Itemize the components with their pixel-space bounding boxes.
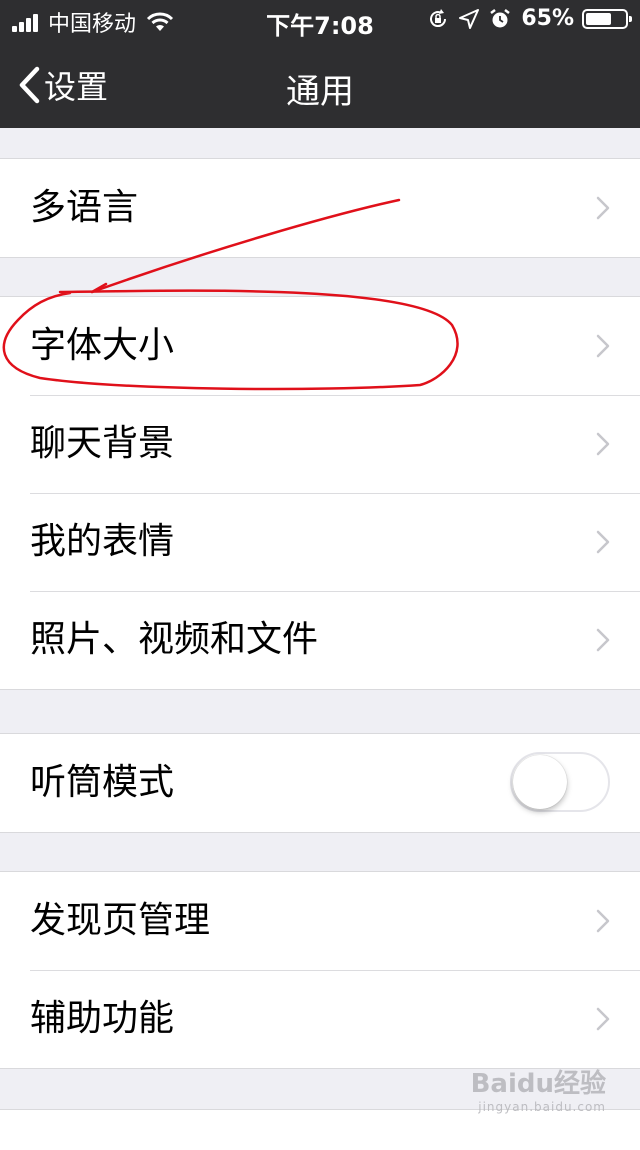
chevron-right-icon: [596, 530, 610, 554]
earpiece-mode-toggle[interactable]: [510, 752, 610, 812]
settings-row-chat-background[interactable]: 聊天背景: [0, 395, 640, 493]
chevron-right-icon: [596, 334, 610, 358]
settings-row-accessibility[interactable]: 辅助功能: [0, 970, 640, 1068]
row-label: 发现页管理: [30, 900, 211, 941]
chevron-right-icon: [596, 628, 610, 652]
chevron-right-icon: [596, 432, 610, 456]
settings-row-font-size[interactable]: 字体大小: [0, 297, 640, 395]
row-label: 我的表情: [30, 521, 175, 562]
battery-icon: [582, 8, 632, 29]
watermark-text: Baidu经验: [470, 1069, 606, 1099]
row-label: 字体大小: [30, 325, 175, 366]
row-label: 辅助功能: [30, 998, 175, 1039]
row-label: 聊天背景: [30, 423, 175, 464]
toggle-knob: [513, 755, 567, 809]
chevron-right-icon: [596, 196, 610, 220]
row-label: 听筒模式: [30, 762, 175, 803]
settings-group-discover: 发现页管理 辅助功能: [0, 871, 640, 1069]
status-bar: 中国移动 下午7:08 65%: [0, 0, 640, 40]
chevron-right-icon: [596, 1007, 610, 1031]
row-label: 照片、视频和文件: [30, 619, 319, 660]
settings-row-language[interactable]: 多语言: [0, 159, 640, 257]
alarm-icon: [490, 8, 511, 27]
settings-row-earpiece-mode: 听筒模式: [0, 734, 640, 832]
settings-group-bottom: [0, 1109, 640, 1150]
settings-row-my-stickers[interactable]: 我的表情: [0, 493, 640, 591]
watermark-sub: jingyan.baidu.com: [478, 1100, 606, 1114]
status-right: 65%: [427, 6, 632, 31]
page-title: 通用: [286, 72, 354, 112]
location-icon: [459, 8, 480, 29]
settings-group-language: 多语言: [0, 158, 640, 258]
nav-bar: 设置 通用: [0, 40, 640, 128]
settings-row-discover-management[interactable]: 发现页管理: [0, 872, 640, 970]
chevron-right-icon: [596, 909, 610, 933]
battery-percent: 65%: [521, 6, 574, 31]
settings-row-media-files[interactable]: 照片、视频和文件: [0, 591, 640, 689]
settings-group-earpiece: 听筒模式: [0, 733, 640, 833]
annotation-arrow-head: [90, 282, 108, 294]
watermark: Baidu经验 jingyan.baidu.com: [471, 1063, 606, 1114]
row-label: 多语言: [30, 187, 139, 228]
rotation-lock-icon: [430, 8, 447, 27]
settings-group-display: 字体大小 聊天背景 我的表情 照片、视频和文件: [0, 296, 640, 690]
top-bar: 中国移动 下午7:08 65% 设置 通用: [0, 0, 640, 128]
battery-fill: [586, 12, 611, 25]
